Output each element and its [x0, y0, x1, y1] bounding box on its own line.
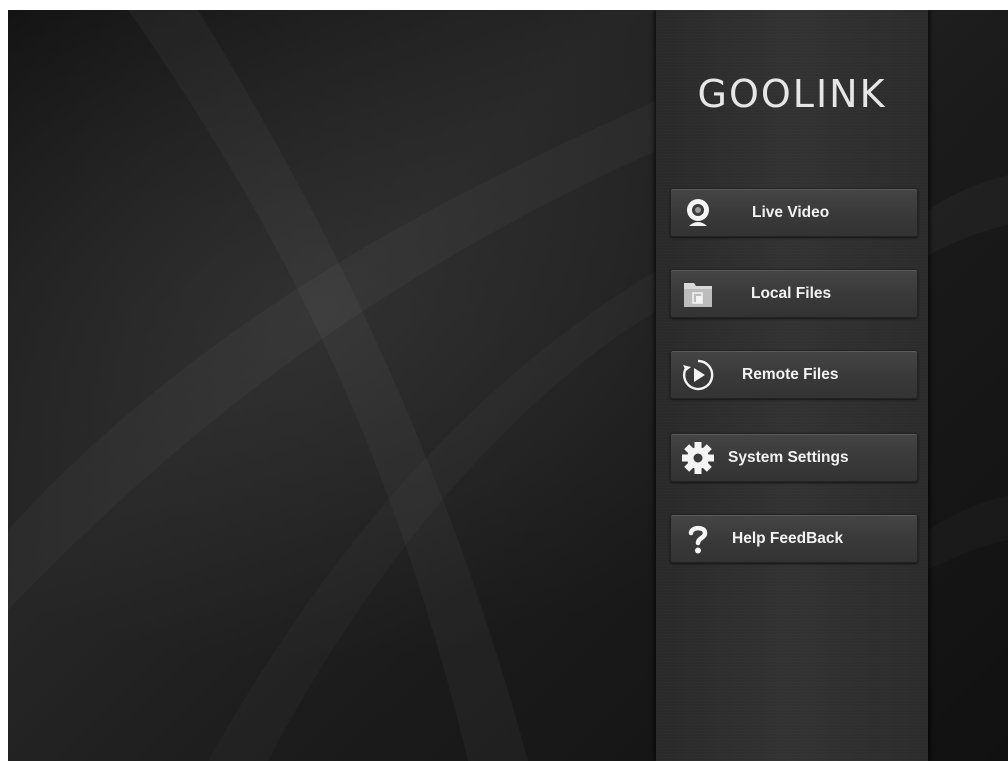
- question-icon: [688, 525, 708, 554]
- local-files-label: Local Files: [751, 285, 832, 302]
- app-screen: GOOLINK Live Video Local Files Remote Fi…: [8, 10, 1008, 761]
- help-feedback-button[interactable]: Help FeedBack: [670, 514, 918, 563]
- remote-files-button[interactable]: Remote Files: [670, 350, 918, 399]
- live-video-label: Live Video: [752, 204, 830, 221]
- webcam-icon: [687, 199, 709, 226]
- replay-icon: [682, 359, 714, 391]
- live-video-button[interactable]: Live Video: [670, 188, 918, 237]
- brand-logo: GOOLINK: [697, 72, 887, 116]
- gear-icon: [682, 442, 714, 474]
- side-panel: GOOLINK Live Video Local Files Remote Fi…: [656, 10, 928, 761]
- local-files-button[interactable]: Local Files: [670, 269, 918, 318]
- system-settings-button[interactable]: System Settings: [670, 433, 918, 482]
- remote-files-label: Remote Files: [742, 366, 839, 383]
- folder-icon: [684, 283, 712, 307]
- system-settings-label: System Settings: [728, 449, 849, 466]
- help-feedback-label: Help FeedBack: [732, 530, 844, 547]
